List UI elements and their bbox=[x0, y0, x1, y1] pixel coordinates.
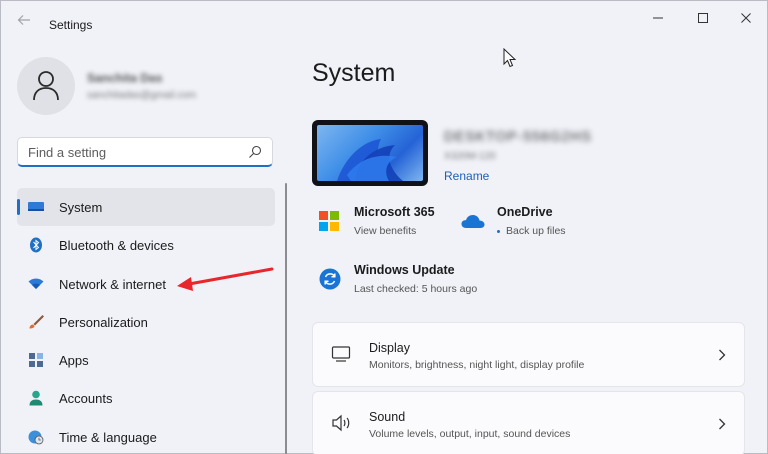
monitor-icon bbox=[28, 202, 44, 211]
sidebar-item-label: Bluetooth & devices bbox=[59, 238, 174, 254]
sidebar-item-label: Time & language bbox=[59, 429, 157, 445]
chevron-right-icon bbox=[719, 349, 726, 361]
cloud-icon bbox=[461, 215, 485, 228]
card-title: Display bbox=[369, 341, 410, 355]
card-subtitle: Volume levels, output, input, sound devi… bbox=[369, 428, 571, 440]
microsoft-logo-icon bbox=[319, 211, 339, 231]
sound-card[interactable]: Sound Volume levels, output, input, soun… bbox=[312, 391, 745, 454]
close-button[interactable] bbox=[729, 7, 763, 29]
maximize-icon bbox=[698, 13, 708, 23]
sidebar-item-accounts[interactable]: Accounts bbox=[17, 379, 275, 417]
speaker-icon bbox=[332, 414, 350, 432]
sidebar-item-time-language[interactable]: Time & language bbox=[17, 418, 275, 454]
card-title: Sound bbox=[369, 410, 406, 424]
globe-clock-icon bbox=[28, 430, 44, 445]
close-icon bbox=[741, 13, 751, 23]
card-subtitle: Monitors, brightness, night light, displ… bbox=[369, 359, 585, 371]
windows-update-tile[interactable]: Windows Update Last checked: 5 hours ago bbox=[317, 260, 507, 300]
person-icon bbox=[29, 391, 43, 406]
sidebar-item-label: Accounts bbox=[59, 391, 113, 407]
user-email: sanchitadas@gmail.com bbox=[87, 90, 197, 101]
rename-link[interactable]: Rename bbox=[444, 169, 489, 183]
mouse-pointer-icon bbox=[503, 48, 517, 68]
sidebar-item-label: Network & internet bbox=[59, 276, 166, 292]
chevron-right-icon bbox=[719, 418, 726, 430]
sidebar-item-label: System bbox=[59, 200, 103, 215]
apps-icon bbox=[29, 353, 43, 368]
sidebar-item-label: Apps bbox=[59, 353, 89, 369]
sidebar-item-label: Personalization bbox=[59, 314, 148, 330]
minimize-icon bbox=[653, 17, 663, 19]
display-icon bbox=[331, 346, 351, 362]
wallpaper-image bbox=[317, 125, 423, 181]
tile-title: OneDrive bbox=[497, 205, 553, 219]
sidebar-item-apps[interactable]: Apps bbox=[17, 341, 275, 379]
device-model: X320M-120 bbox=[444, 151, 496, 162]
sidebar-item-system[interactable]: System bbox=[17, 188, 275, 227]
search-input[interactable] bbox=[28, 142, 240, 162]
back-arrow-icon[interactable] bbox=[15, 13, 33, 31]
brush-icon bbox=[29, 314, 44, 329]
window-title: Settings bbox=[49, 18, 93, 32]
avatar[interactable] bbox=[17, 57, 75, 115]
person-icon bbox=[33, 71, 59, 101]
microsoft-365-tile[interactable]: Microsoft 365 View benefits bbox=[317, 203, 447, 243]
title-bar: Settings bbox=[1, 1, 767, 41]
sidebar-item-bluetooth[interactable]: Bluetooth & devices bbox=[17, 226, 275, 264]
device-thumbnail bbox=[312, 120, 428, 186]
page-title: System bbox=[312, 59, 396, 87]
bluetooth-icon bbox=[30, 237, 42, 253]
maximize-button[interactable] bbox=[686, 7, 720, 29]
sidebar-item-personalization[interactable]: Personalization bbox=[17, 303, 275, 341]
search-icon[interactable] bbox=[248, 145, 262, 159]
display-card[interactable]: Display Monitors, brightness, night ligh… bbox=[312, 322, 745, 387]
tile-subtitle: View benefits bbox=[354, 225, 417, 237]
minimize-button[interactable] bbox=[641, 7, 675, 29]
status-dot bbox=[497, 230, 500, 233]
sidebar-scrollbar[interactable] bbox=[285, 183, 287, 454]
device-name: DESKTOP-556G2HS bbox=[444, 128, 592, 144]
wifi-icon bbox=[28, 278, 44, 289]
settings-window: Settings Sanchita Das sanchitadas@gmail.… bbox=[0, 0, 768, 454]
tile-subtitle: Back up files bbox=[506, 225, 566, 237]
onedrive-tile[interactable]: OneDrive Back up files bbox=[461, 203, 601, 243]
active-indicator bbox=[17, 199, 20, 215]
refresh-icon bbox=[319, 268, 341, 290]
tile-subtitle: Last checked: 5 hours ago bbox=[354, 283, 478, 295]
search-box[interactable] bbox=[17, 137, 273, 167]
tile-title: Microsoft 365 bbox=[354, 205, 435, 219]
sidebar-nav: System Bluetooth & devices Network & int… bbox=[17, 188, 275, 454]
user-name: Sanchita Das bbox=[87, 71, 163, 85]
tile-title: Windows Update bbox=[354, 263, 455, 277]
annotation-arrow-icon bbox=[177, 267, 274, 291]
